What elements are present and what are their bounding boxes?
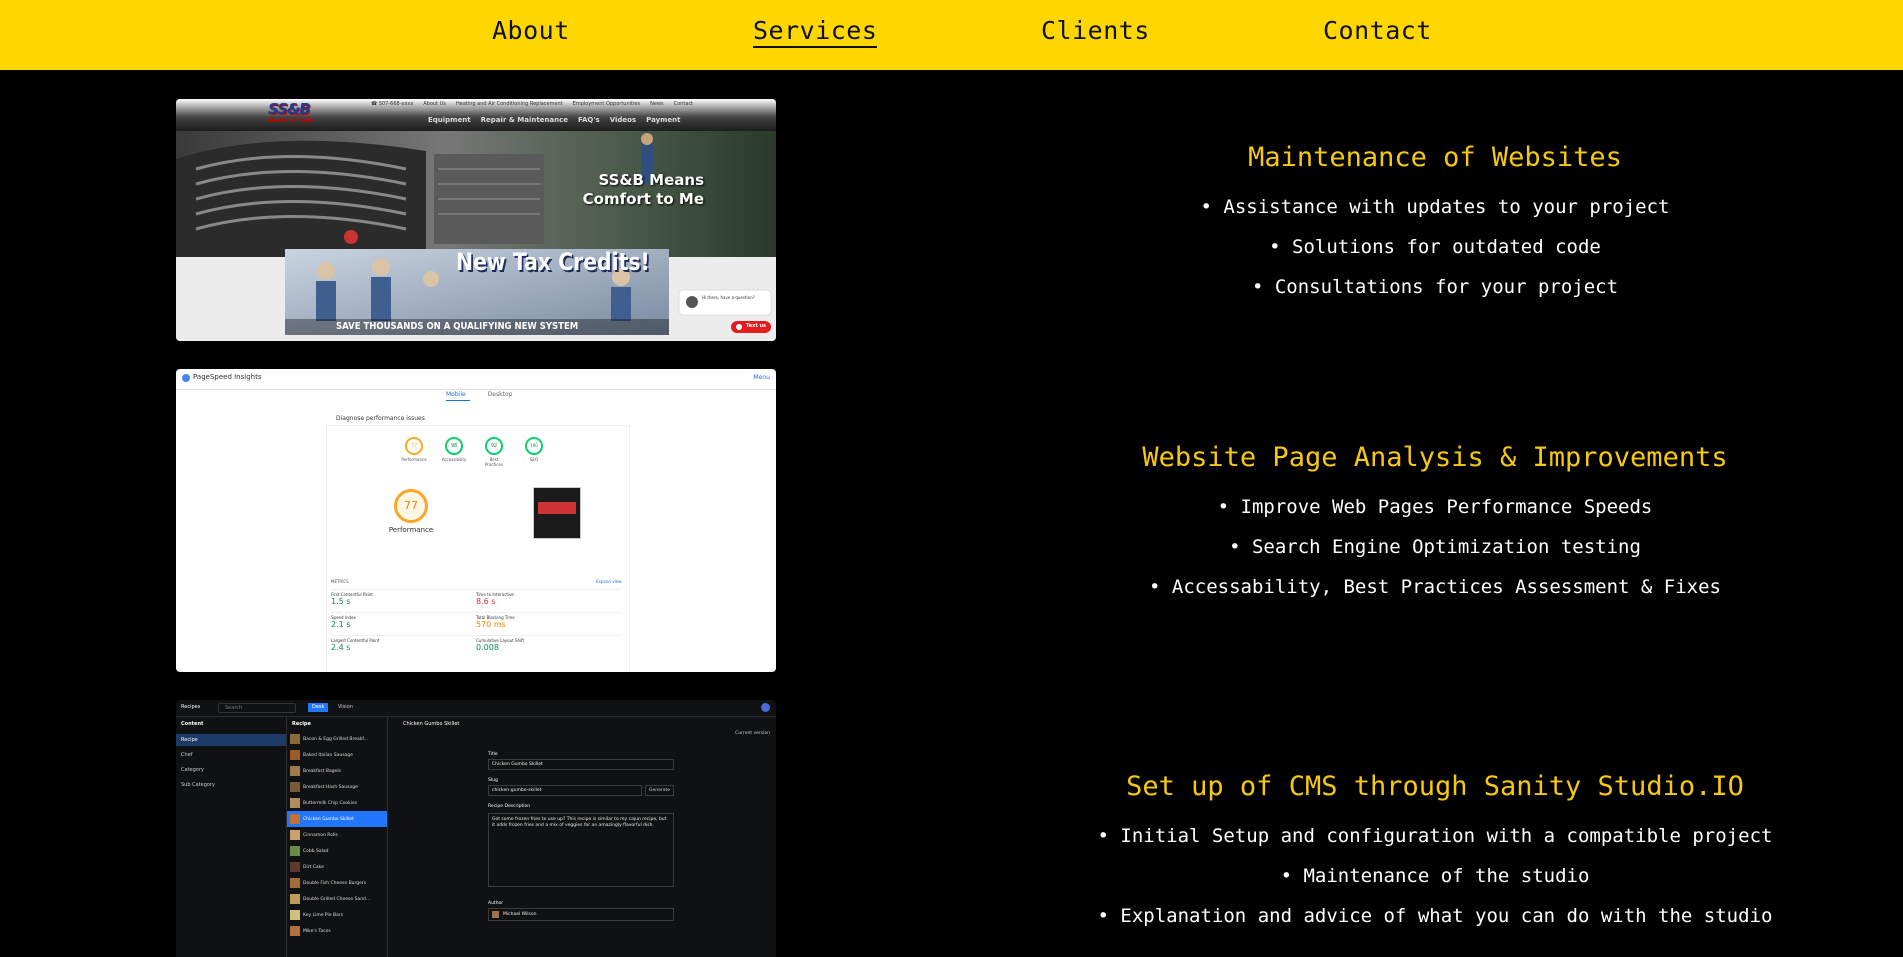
sanity-search: Search — [218, 703, 296, 713]
ssb-promo-sub: SAVE THOUSANDS ON A QUALIFYING NEW SYSTE… — [336, 321, 579, 332]
sanity-recipe-list: Recipe Bacon & Egg Grilled Breakf... Bak… — [287, 717, 388, 957]
psi-diagnose: Diagnose performance issues — [336, 415, 425, 422]
service-item: Maintenance of the studio — [1000, 856, 1870, 896]
nav-contact[interactable]: Contact — [1323, 16, 1432, 45]
nav-clients[interactable]: Clients — [1041, 16, 1150, 45]
psi-score-row: 77 Performance 98 Accessibility 92 Best … — [401, 437, 547, 467]
service-item: Consultations for your project — [1000, 267, 1870, 307]
psi-tabs: Mobile Desktop — [446, 391, 512, 401]
ssb-logo: SS&B HEATING & COOLING — [268, 100, 315, 123]
psi-brand: PageSpeed Insights — [193, 373, 262, 381]
psi-expand: Expand view — [596, 579, 622, 584]
psi-metric: Time to Interactive 8.6 s — [476, 589, 621, 606]
service-list: Assistance with updates to your project … — [1000, 187, 1870, 307]
service-item: Improve Web Pages Performance Speeds — [1000, 487, 1870, 527]
service-title: Website Page Analysis & Improvements — [1142, 442, 1728, 473]
sanity-document-pane: Chicken Gumbo Skillet Current version Ti… — [398, 717, 776, 957]
service-maintenance: Maintenance of Websites Assistance with … — [1000, 142, 1870, 307]
service-item: Explanation and advice of what you can d… — [1000, 896, 1870, 936]
psi-tab-mobile: Mobile — [446, 391, 470, 401]
service-item: Search Engine Optimization testing — [1000, 527, 1870, 567]
sanity-studio-screenshot: Recipes Search Desk Vision Content Recip… — [176, 700, 776, 957]
pagespeed-screenshot: PageSpeed Insights Menu Mobile Desktop D… — [176, 369, 776, 672]
top-nav: About Services Clients Contact — [0, 0, 1903, 70]
sanity-tab-vision: Vision — [338, 704, 353, 710]
service-cms: Set up of CMS through Sanity Studio.IO I… — [1000, 771, 1870, 936]
psi-metric: Total Blocking Time 570 ms — [476, 612, 621, 629]
service-item: Solutions for outdated code — [1000, 227, 1870, 267]
ssb-promo-title: New Tax Credits! — [456, 248, 650, 276]
ssb-topline: ☎ 507-668-xxxx About Us Heating and Air C… — [371, 101, 694, 107]
psi-score-seo: 100 SEO — [521, 437, 547, 467]
service-analysis: Website Page Analysis & Improvements Imp… — [1000, 442, 1870, 607]
psi-metric: Speed Index 2.1 s — [331, 612, 476, 629]
psi-score-performance: 77 Performance — [401, 437, 427, 467]
psi-tab-desktop: Desktop — [487, 391, 513, 398]
psi-metrics-label: METRICS — [331, 579, 349, 584]
sanity-tab-desk: Desk — [308, 703, 329, 712]
service-item: Initial Setup and configuration with a c… — [1000, 816, 1870, 856]
ssb-menu: Equipment Repair & Maintenance FAQ's Video… — [428, 116, 681, 124]
psi-score-accessibility: 98 Accessibility — [441, 437, 467, 467]
psi-score-best-practices: 92 Best Practices — [481, 437, 507, 467]
psi-metric: First Contentful Paint 1.5 s — [331, 589, 476, 606]
psi-metrics-grid: First Contentful Paint 1.5 s Time to Int… — [331, 589, 621, 652]
ssb-chat-text: Hi there, have a question? — [702, 295, 755, 300]
service-item: Accessability, Best Practices Assessment… — [1000, 567, 1870, 607]
ssb-chat-button: Text us — [746, 323, 767, 329]
psi-metric: Largest Contentful Paint 2.4 s — [331, 635, 476, 652]
sanity-avatar — [761, 703, 770, 712]
nav-about[interactable]: About — [492, 16, 570, 45]
ssb-website-image — [176, 99, 776, 341]
service-title: Set up of CMS through Sanity Studio.IO — [1126, 771, 1744, 802]
psi-logo-icon — [182, 374, 190, 382]
psi-header: PageSpeed Insights Menu — [176, 369, 776, 390]
sanity-content-pane: Content Recipe Chef Category Sub Categor… — [176, 717, 287, 957]
ssb-hero-text: SS&B Means Comfort to Me — [582, 171, 704, 208]
psi-preview-thumb — [533, 487, 581, 539]
service-list: Initial Setup and configuration with a c… — [1000, 816, 1870, 936]
service-title: Maintenance of Websites — [1248, 142, 1622, 173]
service-list: Improve Web Pages Performance Speeds Sea… — [1000, 487, 1870, 607]
service-item: Assistance with updates to your project — [1000, 187, 1870, 227]
nav-services[interactable]: Services — [753, 16, 878, 48]
psi-big-score: 77 Performance — [376, 489, 446, 534]
ssb-website-screenshot: SS&B HEATING & COOLING ☎ 507-668-xxxx Abo… — [176, 99, 776, 341]
sanity-topbar: Recipes Search Desk Vision — [176, 700, 776, 717]
psi-menu: Menu — [753, 374, 770, 381]
psi-metric: Cumulative Layout Shift 0.008 — [476, 635, 621, 652]
